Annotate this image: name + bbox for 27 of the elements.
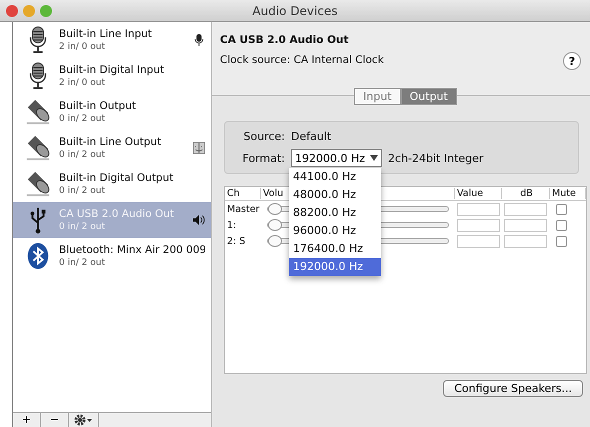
channel-name: Master: [226, 204, 260, 214]
source-label: Source:: [242, 130, 285, 143]
device-name: CA USB 2.0 Audio Out: [59, 208, 175, 220]
column-header: Ch: [225, 188, 261, 199]
window-title: Audio Devices: [252, 4, 338, 18]
source-value: Default: [291, 130, 332, 143]
device-channels: 0 in/ 2 out: [59, 222, 106, 232]
device-channels: 2 in/ 0 out: [59, 78, 106, 88]
channel-name: 1:: [226, 220, 238, 230]
device-name: Built-in Output: [59, 100, 137, 112]
device-channels: 0 in/ 2 out: [59, 186, 106, 196]
device-name: Built-in Digital Input: [59, 64, 166, 76]
device-name: Built-in Line Input: [59, 28, 153, 40]
clock-source: Clock source: CA Internal Clock: [220, 54, 384, 66]
device-channels: 0 in/ 2 out: [59, 150, 106, 160]
column-header: dB: [502, 188, 550, 199]
device-channels: 2 in/ 0 out: [59, 42, 106, 52]
format-label: Format:: [242, 152, 285, 164]
device-name: Built-in Digital Output: [59, 172, 174, 184]
device-title: CA USB 2.0 Audio Out: [220, 34, 350, 46]
device-name: Built-in Line Output: [59, 136, 162, 148]
channel-name: 2: S: [226, 236, 246, 246]
device-channels: 0 in/ 2 out: [59, 114, 106, 124]
device-channels: 0 in/ 2 out: [59, 258, 106, 268]
column-header: Value: [455, 188, 502, 199]
column-header: Mute: [550, 188, 586, 199]
format-description: 2ch-24bit Integer: [388, 152, 484, 164]
